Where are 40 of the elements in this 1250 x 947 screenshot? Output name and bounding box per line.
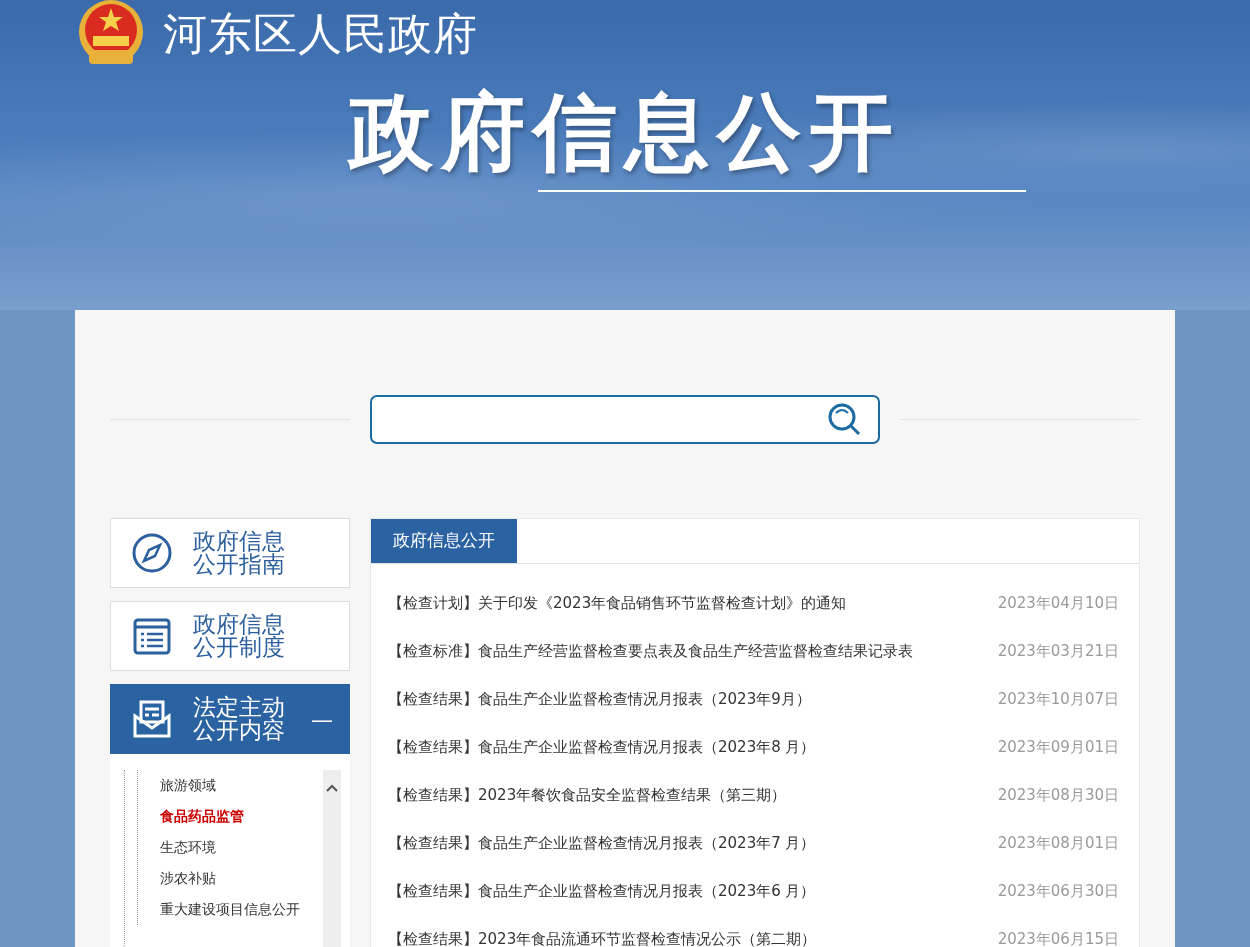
tree-item[interactable]: 涉农补贴 — [160, 870, 216, 886]
tree-item[interactable]: 旅游领域 — [160, 777, 216, 793]
article-link[interactable]: 【检查结果】食品生产企业监督检查情况月报表（2023年9月） — [388, 688, 811, 711]
site-name: 河东区人民政府 — [163, 12, 478, 56]
article-date: 2023年08月30日 — [997, 785, 1119, 807]
envelope-icon — [131, 698, 173, 740]
sidebar-label: 公开内容 — [193, 719, 285, 742]
panel-tab[interactable]: 政府信息公开 — [371, 519, 517, 563]
tree-item[interactable]: 生态环境 — [160, 839, 216, 855]
page-title: 政府信息公开 — [349, 83, 901, 181]
sidebar-label: 公开制度 — [193, 636, 285, 659]
sidebar-label: 法定主动 — [193, 696, 285, 719]
article-date: 2023年03月21日 — [997, 641, 1119, 663]
article-link[interactable]: 【检查结果】2023年食品流通环节监督检查情况公示（第二期） — [388, 928, 817, 947]
article-date: 2023年08月01日 — [997, 833, 1119, 855]
article-link[interactable]: 【检查结果】食品生产企业监督检查情况月报表（2023年7 月） — [388, 832, 816, 855]
scroll-up-icon[interactable] — [326, 784, 338, 792]
search-field[interactable] — [370, 395, 880, 444]
article-date: 2023年04月10日 — [997, 593, 1119, 615]
sidebar-label: 政府信息 — [193, 530, 285, 553]
article-link[interactable]: 【检查结果】2023年餐饮食品安全监督检查结果（第三期） — [388, 784, 787, 807]
sidebar-item[interactable]: 政府信息 公开指南 — [110, 518, 350, 588]
sidebar-item[interactable]: 政府信息 公开制度 — [110, 601, 350, 671]
sidebar-label: 政府信息 — [193, 613, 285, 636]
search-icon[interactable] — [828, 402, 862, 437]
sidebar-item[interactable]: 法定主动 公开内容 — — [110, 684, 350, 754]
scrollbar[interactable] — [323, 770, 341, 947]
tree-item[interactable]: 食品药品监管 — [160, 808, 244, 824]
tree-item[interactable]: 重大建设项目信息公开 — [160, 901, 300, 917]
article-link[interactable]: 【检查结果】食品生产企业监督检查情况月报表（2023年8 月） — [388, 736, 816, 759]
article-link[interactable]: 【检查标准】食品生产经营监督检查要点表及食品生产经营监督检查结果记录表 — [388, 640, 913, 663]
collapse-toggle[interactable]: — — [311, 707, 333, 731]
sidebar-label: 公开指南 — [193, 553, 285, 576]
article-date: 2023年09月01日 — [997, 737, 1119, 759]
article-date: 2023年06月30日 — [997, 881, 1119, 903]
article-date: 2023年10月07日 — [997, 689, 1119, 711]
article-link[interactable]: 【检查结果】食品生产企业监督检查情况月报表（2023年6 月） — [388, 880, 816, 903]
article-link[interactable]: 【检查计划】关于印发《2023年食品销售环节监督检查计划》的通知 — [388, 592, 847, 615]
article-date: 2023年06月15日 — [997, 929, 1119, 947]
compass-icon — [131, 532, 173, 574]
